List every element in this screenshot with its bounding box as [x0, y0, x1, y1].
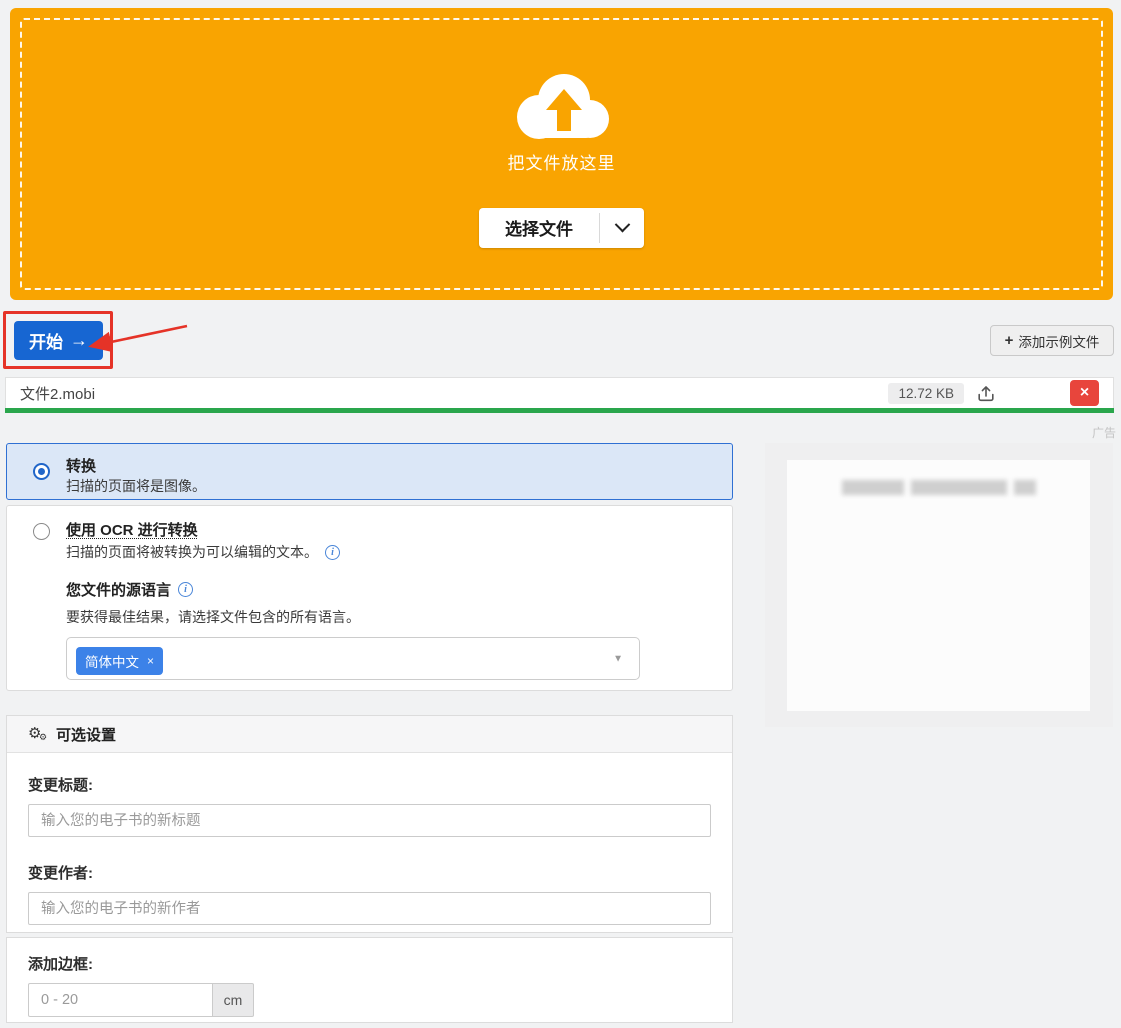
ad-label: 广告 — [1092, 424, 1116, 441]
option-ocr-title[interactable]: 使用 OCR 进行转换 — [66, 519, 198, 540]
arrow-right-icon: → — [70, 330, 88, 351]
file-name: 文件2.mobi — [20, 383, 95, 404]
radio-ocr[interactable] — [33, 523, 50, 540]
option-convert-desc: 扫描的页面将是图像。 — [66, 476, 206, 496]
upload-dropzone[interactable]: 把文件放这里 选择文件 — [10, 8, 1113, 300]
option-ocr-desc: 扫描的页面将被转换为可以编辑的文本。 — [66, 542, 318, 562]
add-example-file-button[interactable]: + 添加示例文件 — [990, 325, 1114, 356]
choose-file-split-button[interactable]: 选择文件 — [479, 208, 644, 248]
close-icon: × — [1080, 385, 1089, 401]
cloud-upload-icon — [506, 67, 618, 145]
info-icon[interactable]: i — [178, 582, 193, 597]
language-tag-label: 简体中文 — [85, 651, 139, 671]
change-title-input[interactable] — [28, 804, 711, 837]
source-language-label: 您文件的源语言 — [66, 579, 171, 600]
drop-files-text: 把文件放这里 — [508, 149, 616, 174]
plus-icon: + — [1005, 332, 1014, 349]
upload-progress-bar — [5, 408, 1114, 413]
change-author-label: 变更作者: — [28, 862, 711, 883]
choose-file-dropdown-toggle[interactable] — [600, 208, 644, 248]
optional-settings-header: ⚙ ⚙ 可选设置 — [7, 716, 732, 753]
start-button[interactable]: 开始 → — [14, 321, 103, 360]
info-icon[interactable]: i — [325, 545, 340, 560]
chevron-down-icon — [614, 217, 630, 233]
upload-status-icon — [976, 383, 996, 403]
radio-convert-selected[interactable] — [33, 463, 50, 480]
language-tag: 简体中文 × — [76, 647, 163, 675]
add-example-file-label: 添加示例文件 — [1018, 331, 1099, 351]
source-language-hint: 要获得最佳结果，请选择文件包含的所有语言。 — [66, 607, 360, 627]
option-convert-title: 转换 — [66, 455, 96, 476]
option-convert[interactable]: 转换 扫描的页面将是图像。 — [6, 443, 733, 500]
start-button-label: 开始 — [29, 328, 63, 353]
add-border-label: 添加边框: — [28, 953, 711, 974]
file-size-badge: 12.72 KB — [888, 383, 964, 404]
optional-settings-panel: ⚙ ⚙ 可选设置 变更标题: 变更作者: — [6, 715, 733, 933]
uploaded-file-row: 文件2.mobi 12.72 KB × — [5, 377, 1114, 408]
option-ocr-section: 使用 OCR 进行转换 扫描的页面将被转换为可以编辑的文本。 i 您文件的源语言… — [6, 505, 733, 691]
choose-file-button[interactable]: 选择文件 — [479, 208, 599, 248]
converter-page: 把文件放这里 选择文件 开始 → + 添加示例文件 文件2.mobi — [0, 0, 1121, 1028]
add-border-input[interactable] — [28, 983, 213, 1017]
caret-down-icon[interactable]: ▼ — [613, 653, 623, 664]
change-title-label: 变更标题: — [28, 774, 711, 795]
change-author-input[interactable] — [28, 892, 711, 925]
ad-blurred-text — [787, 480, 1090, 495]
ad-banner[interactable] — [765, 443, 1113, 727]
optional-settings-title: 可选设置 — [56, 724, 116, 745]
language-multiselect[interactable]: 简体中文 × ▼ — [66, 637, 640, 680]
remove-language-tag-icon[interactable]: × — [147, 654, 154, 668]
add-border-section: 添加边框: cm — [6, 937, 733, 1023]
ad-content — [787, 460, 1090, 711]
border-unit-addon: cm — [213, 983, 254, 1017]
remove-file-button[interactable]: × — [1070, 380, 1099, 406]
gears-icon: ⚙ ⚙ — [28, 725, 48, 743]
